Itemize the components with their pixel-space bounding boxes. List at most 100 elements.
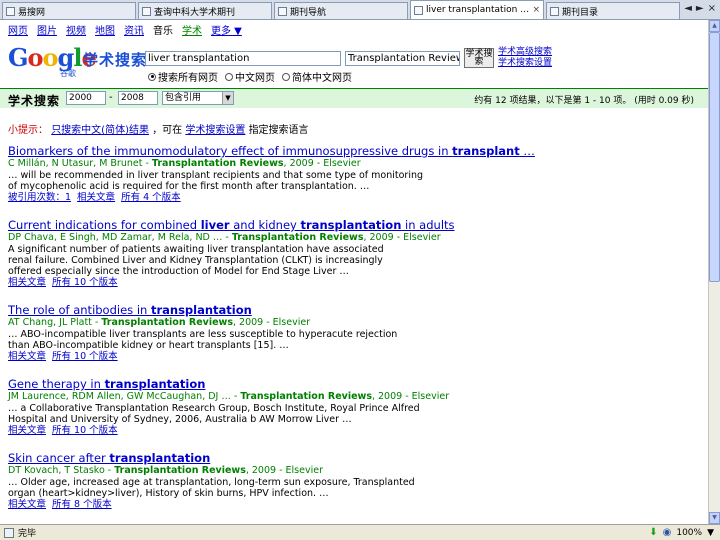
- scroll-down-icon[interactable]: ▼: [709, 512, 720, 524]
- globe-icon: ◉: [662, 527, 672, 538]
- result-title-link[interactable]: Current indications for combined liver a…: [8, 218, 698, 232]
- title-part: and kidney: [229, 218, 301, 232]
- search-query-input[interactable]: liver transplantation: [145, 51, 341, 66]
- browser-tab[interactable]: 查询中科大学术期刊: [138, 2, 272, 19]
- gnav-item[interactable]: 音乐: [153, 22, 173, 37]
- citation-filter-value: 包含引用: [165, 93, 202, 103]
- settings-tip-link[interactable]: 学术搜索设置: [185, 125, 245, 136]
- result-item: The role of antibodies in transplantatio…: [8, 303, 698, 363]
- browser-tab[interactable]: 期刊导航: [274, 2, 408, 19]
- result-snippet-line: … a Collaborative Transplantation Resear…: [8, 403, 420, 414]
- gnav-item[interactable]: 网页: [8, 22, 28, 37]
- logo-letter: G: [8, 43, 28, 72]
- result-link[interactable]: 所有 10 个版本: [52, 277, 118, 288]
- result-title-link[interactable]: Skin cancer after transplantation: [8, 451, 698, 465]
- year-to-input[interactable]: 2008: [118, 91, 158, 105]
- journal-query-input[interactable]: Transplantation Reviews: [345, 51, 460, 66]
- result-snippet-line: than ABO-incompatible kidney or heart tr…: [8, 340, 289, 351]
- download-arrow-icon: ⬇: [649, 527, 658, 538]
- chinese-only-link[interactable]: 只搜索中文(简体)结果: [51, 125, 149, 136]
- meta-part: C Millán, N Utasur, M Brunet -: [8, 158, 152, 169]
- status-right: ⬇ ◉ 100% ▼: [649, 527, 714, 538]
- meta-part: Transplantation Reviews: [231, 232, 364, 243]
- gnav-item[interactable]: 学术: [182, 22, 202, 37]
- radio-label: 简体中文网页: [292, 73, 352, 84]
- meta-part: , 2009 - Elsevier: [283, 158, 361, 169]
- title-part: Skin cancer after: [8, 451, 110, 465]
- result-link[interactable]: 所有 10 个版本: [52, 425, 118, 436]
- result-links: 相关文章 所有 8 个版本: [8, 499, 698, 511]
- results-list: Biomarkers of the immunomodulatory effec…: [8, 144, 698, 525]
- result-link[interactable]: 相关文章: [8, 425, 46, 436]
- close-tab-icon[interactable]: ×: [532, 5, 540, 15]
- language-radio[interactable]: 搜索所有网页: [148, 69, 218, 84]
- scrollbar-thumb[interactable]: [709, 32, 720, 282]
- gnav-item[interactable]: 资讯: [124, 22, 144, 37]
- advanced-links: 学术高级搜索 学术搜索设置: [498, 47, 552, 69]
- gnav-item[interactable]: 更多 ▼: [211, 22, 242, 37]
- scholar-search-button[interactable]: 学术搜索: [464, 48, 494, 68]
- year-from-input[interactable]: 2000: [66, 91, 106, 105]
- title-part: The role of antibodies in: [8, 303, 151, 317]
- result-link[interactable]: 所有 10 个版本: [52, 351, 118, 362]
- result-link[interactable]: 相关文章: [8, 351, 46, 362]
- result-link[interactable]: 相关文章: [77, 192, 115, 203]
- result-link[interactable]: 相关文章: [8, 277, 46, 288]
- gnav-item[interactable]: 图片: [37, 22, 57, 37]
- meta-part: AT Chang, JL Platt -: [8, 317, 102, 328]
- favicon-icon: [414, 5, 423, 15]
- browser-tab-bar: 易搜网 查询中科大学术期刊 期刊导航 liver transplantation - …: [0, 0, 720, 20]
- scholar-settings-link[interactable]: 学术搜索设置: [498, 58, 552, 69]
- advanced-search-link[interactable]: 学术高级搜索: [498, 47, 552, 58]
- close-window-icon[interactable]: ×: [708, 3, 716, 14]
- result-snippet-line: Hospital and University of Sydney, 2006,…: [8, 414, 352, 425]
- radio-button-icon[interactable]: [148, 72, 156, 81]
- meta-part: , 2009 - Elsevier: [245, 465, 323, 476]
- year-dash: -: [109, 92, 113, 103]
- tip-prefix: 小提示：: [8, 125, 48, 136]
- meta-part: , 2009 - Elsevier: [232, 317, 311, 328]
- language-radio[interactable]: 中文网页: [225, 69, 275, 84]
- browser-tab[interactable]: liver transplantation - ... ×: [410, 0, 544, 19]
- search-tip: 小提示： 只搜索中文(简体)结果 ，可在 学术搜索设置 指定搜索语言: [8, 121, 309, 136]
- result-snippet-line: … will be recommended in liver transplan…: [8, 170, 424, 181]
- radio-button-icon[interactable]: [225, 72, 233, 81]
- result-meta: JM Laurence, RDM Allen, GW McCaughan, DJ…: [8, 391, 698, 403]
- title-part: transplant: [452, 144, 520, 158]
- meta-part: Transplantation Reviews: [101, 317, 233, 328]
- result-snippet-line: of mycophenolic acid is required for the…: [8, 181, 370, 192]
- result-link[interactable]: 相关文章: [8, 499, 46, 510]
- result-snippet-line: offered especially since the introductio…: [8, 266, 349, 277]
- browser-tab-label: 期刊导航: [290, 7, 327, 18]
- radio-label: 中文网页: [235, 73, 275, 84]
- title-part: liver: [200, 218, 230, 232]
- chevron-down-icon[interactable]: ▼: [222, 92, 233, 104]
- tab-scroll-right-icon[interactable]: ►: [696, 3, 704, 14]
- title-part: transplantation: [300, 218, 402, 232]
- browser-tab[interactable]: 期刊目录: [546, 2, 680, 19]
- result-title-link[interactable]: Gene therapy in transplantation: [8, 377, 698, 391]
- status-text: 完毕: [18, 529, 37, 539]
- language-radio-group: 搜索所有网页 中文网页 简体中文网页: [148, 69, 352, 84]
- browser-tab[interactable]: 易搜网: [2, 2, 136, 19]
- favicon-icon: [142, 6, 151, 16]
- gnav-item[interactable]: 视频: [66, 22, 86, 37]
- vertical-scrollbar[interactable]: ▲ ▼: [708, 20, 720, 524]
- result-title-link[interactable]: Biomarkers of the immunomodulatory effec…: [8, 144, 698, 158]
- result-link[interactable]: 被引用次数：1: [8, 192, 71, 203]
- scroll-up-icon[interactable]: ▲: [709, 20, 720, 32]
- citation-filter-select[interactable]: 包含引用 ▼: [162, 91, 234, 105]
- tab-scroll-left-icon[interactable]: ◄: [684, 3, 692, 14]
- result-link[interactable]: 所有 8 个版本: [52, 499, 112, 510]
- meta-part: , 2009 - Elsevier: [371, 391, 450, 402]
- result-links: 被引用次数：1 相关文章 所有 4 个版本: [8, 192, 698, 204]
- radio-button-icon[interactable]: [282, 72, 290, 81]
- title-part: in adults: [401, 218, 455, 232]
- result-link[interactable]: 所有 4 个版本: [121, 192, 181, 203]
- result-item: Current indications for combined liver a…: [8, 218, 698, 289]
- zoom-level[interactable]: 100%: [676, 528, 702, 538]
- gnav-item[interactable]: 地图: [95, 22, 115, 37]
- result-title-link[interactable]: The role of antibodies in transplantatio…: [8, 303, 698, 317]
- language-radio[interactable]: 简体中文网页: [282, 69, 352, 84]
- zoom-chevron-icon[interactable]: ▼: [707, 528, 714, 538]
